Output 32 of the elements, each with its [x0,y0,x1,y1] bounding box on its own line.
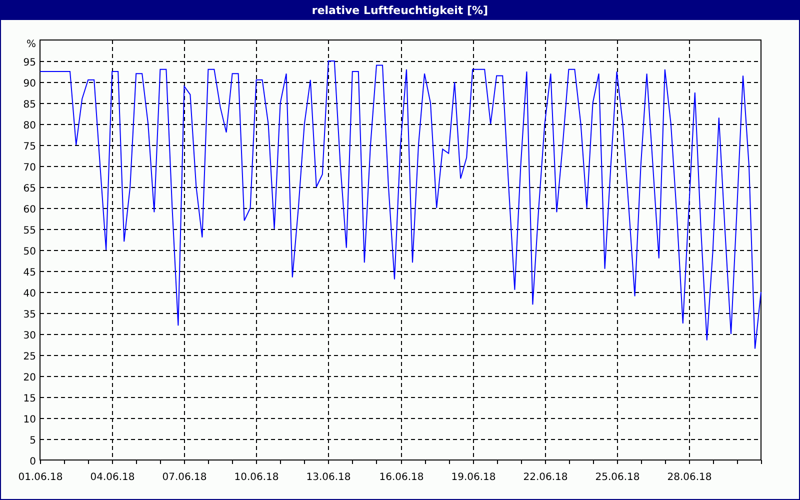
axis-label: 60 [23,204,36,216]
axis-label: 19.06.18 [451,472,496,483]
axis-label: 35 [23,310,36,320]
axis-label: 30 [23,330,36,342]
axis-label: 10.06.18 [234,472,279,483]
axis-label: 22.06.18 [523,472,568,483]
axis-label: 01.06.18 [18,472,63,483]
axis-label: 15 [23,394,36,404]
axis-label: 45 [23,268,36,278]
axis-label: 40 [23,288,36,300]
axis-label: 0 [30,456,36,468]
unit-label: % [26,39,36,50]
window-title: relative Luftfeuchtigkeit [%] [1,1,799,20]
axis-label: 07.06.18 [162,472,207,483]
axis-label: 04.06.18 [90,472,135,483]
axis-label: 95 [23,58,36,68]
axis-label: 16.06.18 [379,472,424,483]
axis-label: 90 [23,78,36,90]
axis-label: 75 [23,142,36,152]
axis-label: 10 [23,414,36,426]
axis-label: 5 [30,436,36,446]
axis-label: 85 [23,100,36,110]
axis-label: 25.06.18 [595,472,640,483]
axis-label: 13.06.18 [306,472,351,483]
axis-label: 80 [23,120,36,132]
axis-label: 70 [23,162,36,174]
axis-label: 25 [23,352,36,362]
axis-label: 20 [23,372,36,384]
axis-label: 55 [23,226,36,236]
axis-label: 28.06.18 [667,472,712,483]
axis-label: 50 [23,246,36,258]
axis-label: 65 [23,184,36,194]
